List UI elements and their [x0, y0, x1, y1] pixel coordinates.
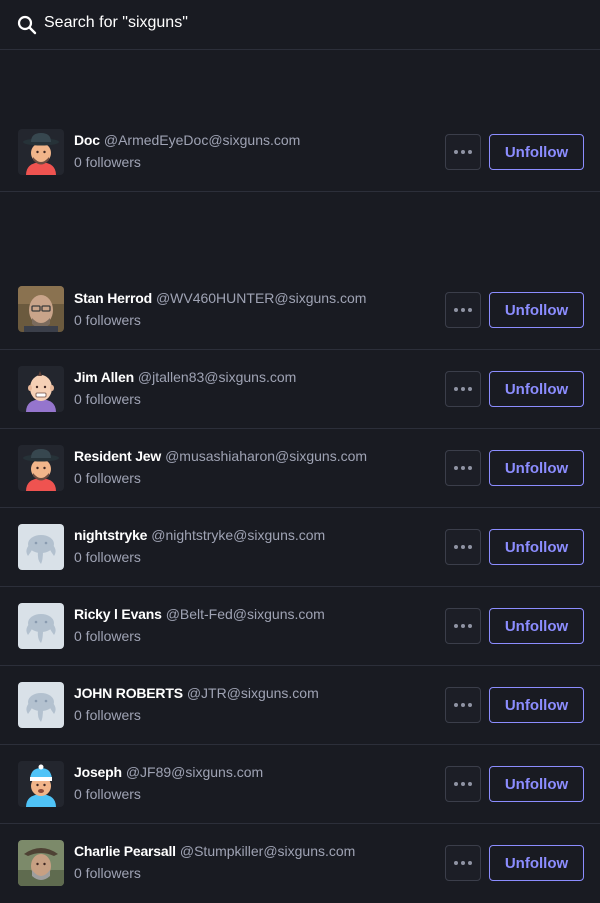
- account-handle: @Belt-Fed@sixguns.com: [165, 606, 325, 622]
- account-handle: @Stumpkiller@sixguns.com: [179, 843, 356, 859]
- follower-count: 0 followers: [74, 786, 141, 802]
- follower-count: 0 followers: [74, 549, 141, 565]
- unfollow-button[interactable]: Unfollow: [489, 134, 584, 170]
- more-options-button[interactable]: [445, 529, 481, 565]
- more-options-button[interactable]: [445, 845, 481, 881]
- unfollow-button[interactable]: Unfollow: [489, 292, 584, 328]
- account-row[interactable]: Doc @ArmedEyeDoc@sixguns.com 0 followers …: [0, 51, 600, 192]
- more-options-button[interactable]: [445, 450, 481, 486]
- beanie-man-avatar: [18, 761, 64, 807]
- display-name[interactable]: Joseph: [74, 764, 122, 780]
- more-options-button[interactable]: [445, 766, 481, 802]
- display-name[interactable]: Charlie Pearsall: [74, 843, 176, 859]
- account-row[interactable]: Charlie Pearsall @Stumpkiller@sixguns.com…: [0, 824, 600, 903]
- unfollow-button[interactable]: Unfollow: [489, 608, 584, 644]
- account-row[interactable]: Resident Jew @musashiaharon@sixguns.com 0…: [0, 429, 600, 508]
- account-name-line: Charlie Pearsall @Stumpkiller@sixguns.com: [74, 843, 355, 859]
- follower-count: 0 followers: [74, 391, 141, 407]
- display-name[interactable]: nightstryke: [74, 527, 147, 543]
- account-handle: @JF89@sixguns.com: [125, 764, 264, 780]
- account-name-line: Jim Allen @jtallen83@sixguns.com: [74, 369, 296, 385]
- account-row[interactable]: Jim Allen @jtallen83@sixguns.com 0 follow…: [0, 350, 600, 429]
- search-bar[interactable]: Search for "sixguns": [0, 0, 600, 50]
- unfollow-button[interactable]: Unfollow: [489, 687, 584, 723]
- display-name[interactable]: Ricky l Evans: [74, 606, 162, 622]
- search-query-text: Search for "sixguns": [44, 14, 188, 31]
- account-row[interactable]: Ricky l Evans @Belt-Fed@sixguns.com 0 fol…: [0, 587, 600, 666]
- account-name-line: Joseph @JF89@sixguns.com: [74, 764, 263, 780]
- more-options-button[interactable]: [445, 371, 481, 407]
- account-handle: @jtallen83@sixguns.com: [137, 369, 297, 385]
- account-name-line: nightstryke @nightstryke@sixguns.com: [74, 527, 325, 543]
- unfollow-button[interactable]: Unfollow: [489, 450, 584, 486]
- hat-man-avatar: [18, 129, 64, 175]
- account-handle: @nightstryke@sixguns.com: [151, 527, 326, 543]
- account-name-line: Stan Herrod @WV460HUNTER@sixguns.com: [74, 290, 366, 306]
- follower-count: 0 followers: [74, 628, 141, 644]
- display-name[interactable]: Jim Allen: [74, 369, 134, 385]
- account-name-line: JOHN ROBERTS @JTR@sixguns.com: [74, 685, 319, 701]
- account-handle: @musashiaharon@sixguns.com: [165, 448, 368, 464]
- display-name[interactable]: Resident Jew: [74, 448, 161, 464]
- more-options-button[interactable]: [445, 134, 481, 170]
- unfollow-button[interactable]: Unfollow: [489, 845, 584, 881]
- more-options-button[interactable]: [445, 292, 481, 328]
- search-icon: [17, 15, 37, 35]
- account-row[interactable]: Stan Herrod @WV460HUNTER@sixguns.com 0 fo…: [0, 192, 600, 350]
- mastodon-default-avatar: [18, 524, 64, 570]
- unfollow-button[interactable]: Unfollow: [489, 529, 584, 565]
- more-options-button[interactable]: [445, 687, 481, 723]
- account-name-line: Resident Jew @musashiaharon@sixguns.com: [74, 448, 367, 464]
- unfollow-button[interactable]: Unfollow: [489, 766, 584, 802]
- display-name[interactable]: Stan Herrod: [74, 290, 152, 306]
- more-options-button[interactable]: [445, 608, 481, 644]
- display-name[interactable]: JOHN ROBERTS: [74, 685, 183, 701]
- photo-avatar: [18, 840, 64, 886]
- mastodon-default-avatar: [18, 682, 64, 728]
- follower-count: 0 followers: [74, 154, 141, 170]
- follower-count: 0 followers: [74, 312, 141, 328]
- follower-count: 0 followers: [74, 865, 141, 881]
- account-handle: @ArmedEyeDoc@sixguns.com: [103, 132, 301, 148]
- follower-count: 0 followers: [74, 470, 141, 486]
- account-name-line: Doc @ArmedEyeDoc@sixguns.com: [74, 132, 300, 148]
- account-name-line: Ricky l Evans @Belt-Fed@sixguns.com: [74, 606, 325, 622]
- account-row[interactable]: nightstryke @nightstryke@sixguns.com 0 fo…: [0, 508, 600, 587]
- account-row[interactable]: Joseph @JF89@sixguns.com 0 followers Unfo…: [0, 745, 600, 824]
- unfollow-button[interactable]: Unfollow: [489, 371, 584, 407]
- photo-avatar: [18, 286, 64, 332]
- mastodon-default-avatar: [18, 603, 64, 649]
- hat-man-avatar: [18, 445, 64, 491]
- display-name[interactable]: Doc: [74, 132, 100, 148]
- bald-man-avatar: [18, 366, 64, 412]
- follower-count: 0 followers: [74, 707, 141, 723]
- account-handle: @JTR@sixguns.com: [186, 685, 319, 701]
- account-handle: @WV460HUNTER@sixguns.com: [155, 290, 367, 306]
- account-row[interactable]: JOHN ROBERTS @JTR@sixguns.com 0 followers…: [0, 666, 600, 745]
